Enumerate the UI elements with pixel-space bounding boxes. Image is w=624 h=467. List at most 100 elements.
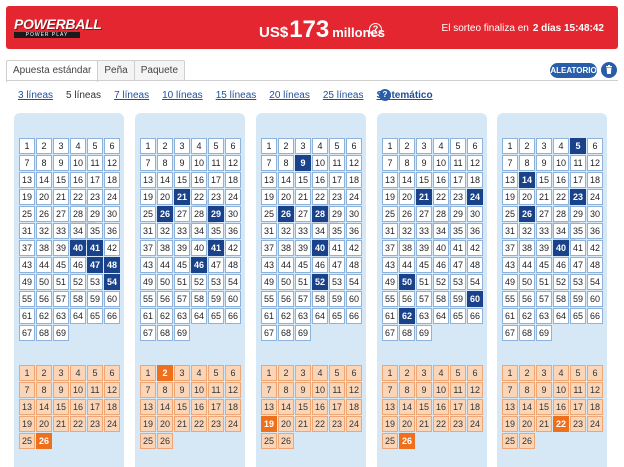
main-number-ball[interactable]: 48 bbox=[346, 257, 362, 273]
powerball-number-ball[interactable]: 11 bbox=[450, 382, 466, 398]
powerball-number-ball[interactable]: 15 bbox=[536, 399, 552, 415]
powerball-number-ball[interactable]: 4 bbox=[70, 365, 86, 381]
main-number-ball[interactable]: 52 bbox=[191, 274, 207, 290]
tab-package[interactable]: Paquete bbox=[133, 60, 186, 81]
powerball-number-ball[interactable]: 7 bbox=[140, 382, 156, 398]
main-number-ball[interactable]: 34 bbox=[433, 223, 449, 239]
main-number-ball[interactable]: 10 bbox=[553, 155, 569, 171]
main-number-ball[interactable]: 31 bbox=[19, 223, 35, 239]
main-number-ball[interactable]: 6 bbox=[467, 138, 483, 154]
main-number-ball[interactable]: 11 bbox=[570, 155, 586, 171]
main-number-ball[interactable]: 40 bbox=[70, 240, 86, 256]
main-number-ball[interactable]: 57 bbox=[536, 291, 552, 307]
powerball-number-ball[interactable]: 2 bbox=[399, 365, 415, 381]
main-number-ball[interactable]: 36 bbox=[104, 223, 120, 239]
powerball-number-ball[interactable]: 11 bbox=[208, 382, 224, 398]
main-number-ball[interactable]: 68 bbox=[157, 325, 173, 341]
main-number-ball[interactable]: 43 bbox=[140, 257, 156, 273]
powerball-number-ball[interactable]: 18 bbox=[104, 399, 120, 415]
main-number-ball[interactable]: 54 bbox=[225, 274, 241, 290]
main-number-ball[interactable]: 6 bbox=[346, 138, 362, 154]
main-number-ball[interactable]: 42 bbox=[587, 240, 603, 256]
main-number-ball[interactable]: 69 bbox=[174, 325, 190, 341]
main-number-ball[interactable]: 20 bbox=[399, 189, 415, 205]
powerball-number-ball[interactable]: 24 bbox=[104, 416, 120, 432]
main-number-ball[interactable]: 9 bbox=[536, 155, 552, 171]
powerball-number-ball[interactable]: 3 bbox=[295, 365, 311, 381]
powerball-number-ball[interactable]: 1 bbox=[382, 365, 398, 381]
main-number-ball[interactable]: 18 bbox=[225, 172, 241, 188]
powerball-number-ball[interactable]: 21 bbox=[174, 416, 190, 432]
main-number-ball[interactable]: 16 bbox=[312, 172, 328, 188]
main-number-ball[interactable]: 23 bbox=[450, 189, 466, 205]
main-number-ball[interactable]: 55 bbox=[502, 291, 518, 307]
main-number-ball[interactable]: 50 bbox=[278, 274, 294, 290]
main-number-ball[interactable]: 35 bbox=[570, 223, 586, 239]
powerball-number-ball[interactable]: 24 bbox=[346, 416, 362, 432]
powerball-number-ball[interactable]: 23 bbox=[570, 416, 586, 432]
main-number-ball[interactable]: 2 bbox=[36, 138, 52, 154]
main-number-ball[interactable]: 7 bbox=[19, 155, 35, 171]
main-number-ball[interactable]: 5 bbox=[570, 138, 586, 154]
main-number-ball[interactable]: 58 bbox=[70, 291, 86, 307]
main-number-ball[interactable]: 31 bbox=[502, 223, 518, 239]
main-number-ball[interactable]: 45 bbox=[53, 257, 69, 273]
main-number-ball[interactable]: 25 bbox=[382, 206, 398, 222]
powerball-number-ball[interactable]: 1 bbox=[19, 365, 35, 381]
main-number-ball[interactable]: 33 bbox=[536, 223, 552, 239]
main-number-ball[interactable]: 2 bbox=[278, 138, 294, 154]
trash-button[interactable] bbox=[601, 62, 617, 78]
main-number-ball[interactable]: 69 bbox=[53, 325, 69, 341]
main-number-ball[interactable]: 65 bbox=[570, 308, 586, 324]
main-number-ball[interactable]: 35 bbox=[208, 223, 224, 239]
main-number-ball[interactable]: 29 bbox=[570, 206, 586, 222]
powerball-number-ball[interactable]: 7 bbox=[19, 382, 35, 398]
main-number-ball[interactable]: 1 bbox=[502, 138, 518, 154]
main-number-ball[interactable]: 43 bbox=[502, 257, 518, 273]
main-number-ball[interactable]: 66 bbox=[587, 308, 603, 324]
main-number-ball[interactable]: 61 bbox=[502, 308, 518, 324]
powerball-number-ball[interactable]: 13 bbox=[502, 399, 518, 415]
main-number-ball[interactable]: 56 bbox=[278, 291, 294, 307]
main-number-ball[interactable]: 59 bbox=[87, 291, 103, 307]
powerball-number-ball[interactable]: 3 bbox=[53, 365, 69, 381]
main-number-ball[interactable]: 3 bbox=[295, 138, 311, 154]
powerball-number-ball[interactable]: 8 bbox=[157, 382, 173, 398]
main-number-ball[interactable]: 34 bbox=[191, 223, 207, 239]
main-number-ball[interactable]: 24 bbox=[225, 189, 241, 205]
powerball-number-ball[interactable]: 21 bbox=[53, 416, 69, 432]
powerball-number-ball[interactable]: 22 bbox=[553, 416, 569, 432]
main-number-ball[interactable]: 35 bbox=[329, 223, 345, 239]
main-number-ball[interactable]: 20 bbox=[278, 189, 294, 205]
main-number-ball[interactable]: 63 bbox=[295, 308, 311, 324]
main-number-ball[interactable]: 19 bbox=[261, 189, 277, 205]
main-number-ball[interactable]: 47 bbox=[570, 257, 586, 273]
main-number-ball[interactable]: 60 bbox=[467, 291, 483, 307]
main-number-ball[interactable]: 7 bbox=[261, 155, 277, 171]
powerball-number-ball[interactable]: 2 bbox=[157, 365, 173, 381]
powerball-number-ball[interactable]: 7 bbox=[382, 382, 398, 398]
main-number-ball[interactable]: 55 bbox=[261, 291, 277, 307]
main-number-ball[interactable]: 15 bbox=[174, 172, 190, 188]
main-number-ball[interactable]: 45 bbox=[416, 257, 432, 273]
main-number-ball[interactable]: 53 bbox=[208, 274, 224, 290]
main-number-ball[interactable]: 46 bbox=[191, 257, 207, 273]
main-number-ball[interactable]: 23 bbox=[87, 189, 103, 205]
main-number-ball[interactable]: 23 bbox=[570, 189, 586, 205]
powerball-number-ball[interactable]: 6 bbox=[225, 365, 241, 381]
lines-option-20[interactable]: 20 líneas bbox=[269, 89, 310, 102]
main-number-ball[interactable]: 60 bbox=[104, 291, 120, 307]
main-number-ball[interactable]: 46 bbox=[553, 257, 569, 273]
main-number-ball[interactable]: 55 bbox=[140, 291, 156, 307]
main-number-ball[interactable]: 27 bbox=[53, 206, 69, 222]
main-number-ball[interactable]: 19 bbox=[502, 189, 518, 205]
main-number-ball[interactable]: 17 bbox=[87, 172, 103, 188]
powerball-number-ball[interactable]: 4 bbox=[191, 365, 207, 381]
main-number-ball[interactable]: 29 bbox=[87, 206, 103, 222]
main-number-ball[interactable]: 35 bbox=[450, 223, 466, 239]
main-number-ball[interactable]: 19 bbox=[19, 189, 35, 205]
main-number-ball[interactable]: 40 bbox=[191, 240, 207, 256]
powerball-number-ball[interactable]: 8 bbox=[278, 382, 294, 398]
main-number-ball[interactable]: 18 bbox=[104, 172, 120, 188]
main-number-ball[interactable]: 28 bbox=[312, 206, 328, 222]
